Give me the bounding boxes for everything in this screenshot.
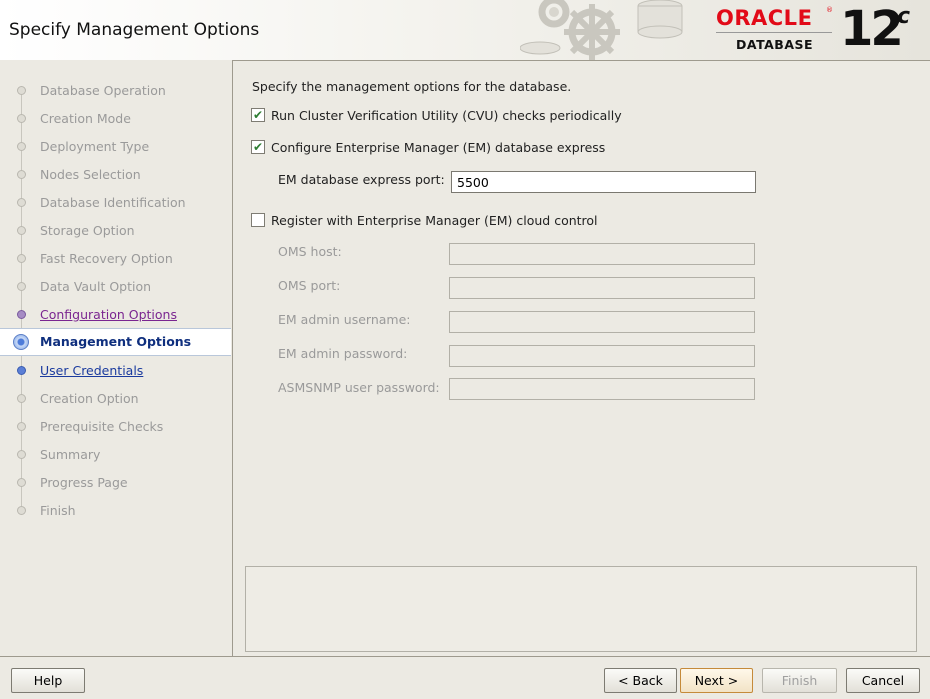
step-storage-option: Storage Option <box>0 217 232 245</box>
step-indicator-icon <box>17 86 26 95</box>
next-button[interactable]: Next > <box>680 668 753 693</box>
step-data-vault-option: Data Vault Option <box>0 273 232 301</box>
step-summary: Summary <box>0 441 232 469</box>
step-user-credentials[interactable]: User Credentials <box>0 357 232 385</box>
help-button[interactable]: Help <box>11 668 85 693</box>
oms-port-input[interactable] <box>449 277 755 299</box>
em-express-checkbox-label[interactable]: Configure Enterprise Manager (EM) databa… <box>271 139 605 157</box>
version-suffix: c <box>897 4 911 29</box>
finish-button[interactable]: Finish <box>762 668 837 693</box>
step-finish: Finish <box>0 497 232 525</box>
step-fast-recovery-option: Fast Recovery Option <box>0 245 232 273</box>
logo-divider <box>716 32 832 33</box>
step-indicator-icon <box>17 310 26 319</box>
message-panel <box>245 566 917 652</box>
step-deployment-type: Deployment Type <box>0 133 232 161</box>
oracle-logo: ORACLE <box>716 6 813 30</box>
step-indicator-icon <box>17 506 26 515</box>
step-indicator-icon <box>17 282 26 291</box>
cancel-button[interactable]: Cancel <box>846 668 920 693</box>
em-admin-password-input[interactable] <box>449 345 755 367</box>
em-admin-username-input[interactable] <box>449 311 755 333</box>
step-indicator-icon <box>17 254 26 263</box>
cloud-control-checkbox-label[interactable]: Register with Enterprise Manager (EM) cl… <box>271 212 598 230</box>
step-indicator-icon <box>17 170 26 179</box>
step-indicator-icon <box>17 478 26 487</box>
asmsnmp-password-label: ASMSNMP user password: <box>278 380 440 395</box>
wizard-header: Specify Management Options ORACLE ® DATA… <box>0 0 930 61</box>
current-step-indicator-icon <box>13 334 29 350</box>
cvu-checkbox-label[interactable]: Run Cluster Verification Utility (CVU) c… <box>271 107 622 125</box>
step-prerequisite-checks: Prerequisite Checks <box>0 413 232 441</box>
oms-host-label: OMS host: <box>278 244 342 259</box>
cvu-checkbox[interactable]: ✔ <box>251 108 265 122</box>
step-indicator-icon <box>17 142 26 151</box>
version-number: 12 <box>840 1 904 57</box>
wizard-footer: Help < Back Next > Finish Cancel <box>0 656 930 699</box>
back-button[interactable]: < Back <box>604 668 677 693</box>
intro-text: Specify the management options for the d… <box>252 79 572 94</box>
em-admin-password-label: EM admin password: <box>278 346 408 361</box>
step-database-operation: Database Operation <box>0 77 232 105</box>
registered-mark-icon: ® <box>826 6 833 14</box>
step-nodes-selection: Nodes Selection <box>0 161 232 189</box>
wizard-steps-nav: Database Operation Creation Mode Deploym… <box>0 60 233 656</box>
step-creation-option: Creation Option <box>0 385 232 413</box>
database-logo-text: DATABASE <box>736 37 814 52</box>
step-indicator-icon <box>17 422 26 431</box>
main-content: Specify the management options for the d… <box>233 60 930 656</box>
cloud-control-checkbox[interactable] <box>251 213 265 227</box>
asmsnmp-password-input[interactable] <box>449 378 755 400</box>
em-port-label: EM database express port: <box>278 172 445 187</box>
step-configuration-options[interactable]: Configuration Options <box>0 301 232 329</box>
step-management-options: Management Options <box>0 328 231 356</box>
step-database-identification: Database Identification <box>0 189 232 217</box>
step-indicator-icon <box>17 366 26 375</box>
step-progress-page: Progress Page <box>0 469 232 497</box>
step-indicator-icon <box>17 198 26 207</box>
step-indicator-icon <box>17 394 26 403</box>
step-indicator-icon <box>17 226 26 235</box>
step-indicator-icon <box>17 114 26 123</box>
oms-port-label: OMS port: <box>278 278 341 293</box>
gears-decoration-icon <box>520 0 683 60</box>
em-port-input[interactable] <box>451 171 756 193</box>
page-title: Specify Management Options <box>9 20 260 40</box>
em-admin-username-label: EM admin username: <box>278 312 411 327</box>
oms-host-input[interactable] <box>449 243 755 265</box>
step-creation-mode: Creation Mode <box>0 105 232 133</box>
em-express-checkbox[interactable]: ✔ <box>251 140 265 154</box>
step-indicator-icon <box>17 450 26 459</box>
